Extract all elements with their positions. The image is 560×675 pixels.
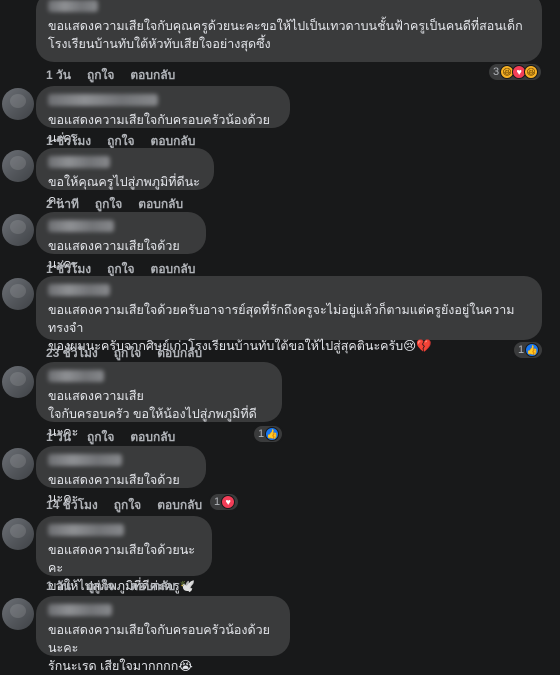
avatar[interactable] xyxy=(2,448,34,480)
avatar[interactable] xyxy=(2,366,34,398)
reaction-summary[interactable]: 3 😆 ♥ 😆 xyxy=(489,64,542,80)
like-icon: 👍 xyxy=(265,427,280,441)
comment-time[interactable]: 23 ชั่วโมง xyxy=(46,344,98,363)
comment-bubble: ขอแสดงความเสียใจด้วยครับอาจารย์สุดที่รัก… xyxy=(36,276,542,353)
like-button[interactable]: ถูกใจ xyxy=(114,344,141,363)
commenter-name-blurred[interactable] xyxy=(48,524,124,536)
avatar[interactable] xyxy=(2,150,34,182)
comment-bubble: ขอแสดงความเสียใจด้วยนะคะ xyxy=(36,446,206,505)
comment-actions: 1 วัน ถูกใจ ตอบกลับ xyxy=(46,577,175,596)
avatar[interactable] xyxy=(2,278,34,310)
comment-actions: 23 ชั่วโมง ถูกใจ ตอบกลับ xyxy=(46,344,202,363)
comment-actions: 1 วัน ถูกใจ ตอบกลับ xyxy=(46,428,175,447)
commenter-name-blurred[interactable] xyxy=(48,604,112,616)
like-button[interactable]: ถูกใจ xyxy=(87,428,114,447)
reply-button[interactable]: ตอบกลับ xyxy=(130,577,175,596)
comment-time[interactable]: 1 วัน xyxy=(46,66,71,85)
avatar[interactable] xyxy=(2,214,34,246)
reaction-count: 3 xyxy=(493,66,500,78)
comment-bubble: ขอแสดงความเสียใจกับครอบครัวน้องด้วยนะคะ xyxy=(36,86,290,145)
comment-time[interactable]: 1 วัน xyxy=(46,577,71,596)
reaction-count: 1 xyxy=(518,344,525,356)
commenter-name-blurred[interactable] xyxy=(48,156,110,168)
comment-text: ขอแสดงความเสียใจกับครอบครัวน้องด้วยนะคะ … xyxy=(48,623,270,673)
avatar[interactable] xyxy=(2,518,34,550)
like-button[interactable]: ถูกใจ xyxy=(114,496,141,515)
commenter-name-blurred[interactable] xyxy=(48,370,104,382)
comment-bubble: ขอแสดงความเสียใจด้วยนะคะ xyxy=(36,212,206,271)
comment-time[interactable]: 14 ชั่วโมง xyxy=(46,496,98,515)
haha-icon: 😆 xyxy=(524,65,539,79)
reaction-summary[interactable]: 1 👍 xyxy=(514,342,543,358)
comment-bubble: ขอแสดงความเสีย ใจกับครอบครัว ขอให้น้องไป… xyxy=(36,362,282,439)
comment-bubble: ขอแสดงความเสียใจด้วยนะคะ ขอให้ไปสู่ภพภูม… xyxy=(36,516,212,611)
commenter-name-blurred[interactable] xyxy=(48,0,98,12)
comment-text: ขอแสดงความเสียใจกับคุณครูด้วยนะคะขอให้ไป… xyxy=(48,19,523,51)
like-icon: 👍 xyxy=(525,343,540,357)
reply-button[interactable]: ตอบกลับ xyxy=(157,344,202,363)
reaction-summary[interactable]: 1 👍 xyxy=(254,426,283,442)
comment-bubble: ขอให้คุณครูไปสู่ภพภูมิที่ดีนะคะ xyxy=(36,148,214,207)
commenter-name-blurred[interactable] xyxy=(48,94,158,106)
comment-bubble: ขอแสดงความเสียใจกับครอบครัวน้องด้วยนะคะ … xyxy=(36,596,290,673)
love-icon: ♥ xyxy=(221,495,236,509)
commenter-name-blurred[interactable] xyxy=(48,284,110,296)
comment-time[interactable]: 1 วัน xyxy=(46,428,71,447)
like-button[interactable]: ถูกใจ xyxy=(87,577,114,596)
like-button[interactable]: ถูกใจ xyxy=(87,66,114,85)
reply-button[interactable]: ตอบกลับ xyxy=(157,496,202,515)
reply-button[interactable]: ตอบกลับ xyxy=(130,428,175,447)
reaction-count: 1 xyxy=(214,496,221,508)
comment-actions: 1 วัน ถูกใจ ตอบกลับ xyxy=(46,66,175,85)
reply-button[interactable]: ตอบกลับ xyxy=(130,66,175,85)
reaction-count: 1 xyxy=(258,428,265,440)
commenter-name-blurred[interactable] xyxy=(48,220,114,232)
comment-bubble: ขอแสดงความเสียใจกับคุณครูด้วยนะคะขอให้ไป… xyxy=(36,0,542,62)
avatar[interactable] xyxy=(2,88,34,120)
comment-actions: 14 ชั่วโมง ถูกใจ ตอบกลับ xyxy=(46,496,202,515)
avatar[interactable] xyxy=(2,598,34,630)
reaction-summary[interactable]: 1 ♥ xyxy=(210,494,239,510)
commenter-name-blurred[interactable] xyxy=(48,454,122,466)
